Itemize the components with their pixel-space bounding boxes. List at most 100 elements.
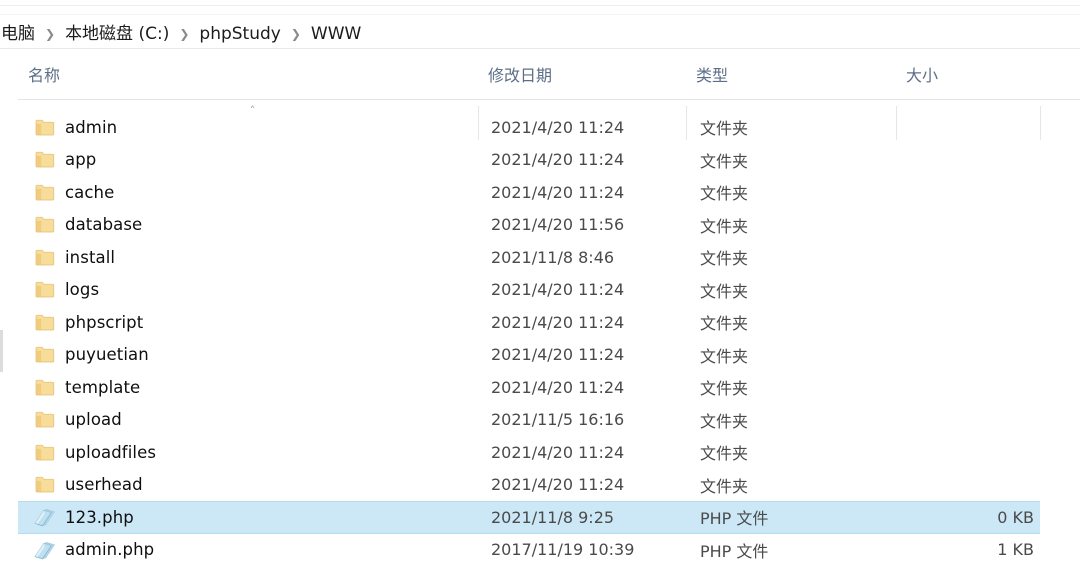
file-name-cell[interactable]: logs (18, 279, 478, 301)
folder-icon (33, 311, 57, 333)
file-type-cell: 文件夹 (700, 346, 749, 366)
file-date-modified-cell: 2021/4/20 11:24 (491, 442, 625, 462)
file-name-label: app (65, 150, 97, 170)
file-name-label: 123.php (65, 507, 134, 527)
folder-icon (33, 116, 57, 138)
file-list-row[interactable]: admin 2021/4/20 11:24 文件夹 (18, 111, 1040, 144)
file-size-cell: 1 KB (997, 540, 1034, 560)
file-type-cell: 文件夹 (700, 314, 749, 334)
breadcrumb[interactable]: 电脑 ❯ 本地磁盘 (C:) ❯ phpStudy ❯ WWW (0, 20, 1080, 48)
file-list-row[interactable]: uploadfiles 2021/4/20 11:24 文件夹 (18, 436, 1040, 469)
window-top-divider-secondary (0, 14, 1080, 15)
column-header-type[interactable]: 类型 (686, 49, 896, 99)
file-list-row[interactable]: puyuetian 2021/4/20 11:24 文件夹 (18, 339, 1040, 372)
file-type-cell: PHP 文件 (700, 509, 769, 529)
file-name-label: phpscript (65, 312, 144, 332)
file-list-row[interactable]: app 2021/4/20 11:24 文件夹 (18, 144, 1040, 177)
folder-icon (33, 441, 57, 463)
file-name-label: upload (65, 410, 122, 430)
file-name-cell[interactable]: uploadfiles (18, 441, 478, 463)
php-file-icon (33, 539, 57, 561)
file-name-label: uploadfiles (65, 442, 157, 462)
file-list[interactable]: admin 2021/4/20 11:24 文件夹 app 2021/4/20 11:2… (0, 111, 1080, 569)
file-list-row[interactable]: database 2021/4/20 11:56 文件夹 (18, 209, 1040, 242)
file-date-modified-cell: 2021/4/20 11:24 (491, 312, 625, 332)
file-list-row[interactable]: phpscript 2021/4/20 11:24 文件夹 (18, 306, 1040, 339)
file-name-cell[interactable]: puyuetian (18, 344, 478, 366)
file-name-cell[interactable]: admin (18, 116, 478, 138)
file-name-label: cache (65, 182, 115, 202)
file-name-cell[interactable]: install (18, 246, 478, 268)
breadcrumb-separator-icon: ❯ (45, 27, 56, 41)
folder-icon (33, 376, 57, 398)
file-name-cell[interactable]: app (18, 149, 478, 171)
breadcrumb-item-phpstudy[interactable]: phpStudy (196, 22, 283, 46)
file-list-row[interactable]: cache 2021/4/20 11:24 文件夹 (18, 176, 1040, 209)
file-type-cell: PHP 文件 (700, 541, 769, 561)
file-list-row[interactable]: upload 2021/11/5 16:16 文件夹 (18, 404, 1040, 437)
file-name-cell[interactable]: upload (18, 409, 478, 431)
folder-icon (33, 149, 57, 171)
file-name-cell[interactable]: database (18, 214, 478, 236)
file-explorer-window: 电脑 ❯ 本地磁盘 (C:) ❯ phpStudy ❯ WWW 名称 ˄ 修改日… (0, 0, 1080, 569)
column-header-type-label: 类型 (696, 66, 729, 85)
file-name-cell[interactable]: template (18, 376, 478, 398)
file-name-label: puyuetian (65, 345, 149, 365)
breadcrumb-item-local-disk-c[interactable]: 本地磁盘 (C:) (62, 22, 172, 46)
file-name-label: admin (65, 117, 118, 137)
file-date-modified-cell: 2021/4/20 11:24 (491, 475, 625, 495)
file-list-row[interactable]: userhead 2021/4/20 11:24 文件夹 (18, 469, 1040, 502)
php-file-icon (33, 506, 57, 528)
file-date-modified-cell: 2021/4/20 11:24 (491, 117, 625, 137)
file-date-modified-cell: 2021/4/20 11:24 (491, 377, 625, 397)
file-type-cell: 文件夹 (700, 184, 749, 204)
file-type-cell: 文件夹 (700, 444, 749, 464)
folder-icon (33, 474, 57, 496)
file-size-cell: 0 KB (997, 507, 1034, 527)
file-date-modified-cell: 2021/11/5 16:16 (491, 410, 625, 430)
file-date-modified-cell: 2021/4/20 11:24 (491, 182, 625, 202)
column-header-date-modified[interactable]: 修改日期 (478, 49, 686, 99)
file-type-cell: 文件夹 (700, 281, 749, 301)
folder-icon (33, 344, 57, 366)
folder-icon (33, 279, 57, 301)
file-list-row[interactable]: template 2021/4/20 11:24 文件夹 (18, 371, 1040, 404)
file-date-modified-cell: 2021/4/20 11:56 (491, 215, 625, 235)
file-list-row[interactable]: admin.php 2017/11/19 10:39 PHP 文件 1 KB (18, 534, 1040, 567)
file-date-modified-cell: 2021/11/8 8:46 (491, 247, 615, 267)
file-name-label: database (65, 215, 143, 235)
file-date-modified-cell: 2017/11/19 10:39 (491, 540, 635, 560)
file-name-label: userhead (65, 475, 143, 495)
file-name-cell[interactable]: 123.php (18, 506, 478, 528)
file-type-cell: 文件夹 (700, 119, 749, 139)
column-header-size[interactable]: 大小 (896, 49, 1040, 99)
column-header-date-modified-label: 修改日期 (488, 66, 553, 85)
file-name-cell[interactable]: admin.php (18, 539, 478, 561)
file-name-cell[interactable]: cache (18, 181, 478, 203)
file-name-cell[interactable]: userhead (18, 474, 478, 496)
breadcrumb-separator-icon: ❯ (290, 27, 301, 41)
file-type-cell: 文件夹 (700, 249, 749, 269)
file-type-cell: 文件夹 (700, 476, 749, 496)
file-type-cell: 文件夹 (700, 216, 749, 236)
file-date-modified-cell: 2021/4/20 11:24 (491, 280, 625, 300)
breadcrumb-separator-icon: ❯ (179, 27, 190, 41)
folder-icon (33, 214, 57, 236)
file-date-modified-cell: 2021/4/20 11:24 (491, 345, 625, 365)
file-list-row[interactable]: logs 2021/4/20 11:24 文件夹 (18, 274, 1040, 307)
file-date-modified-cell: 2021/4/20 11:24 (491, 150, 625, 170)
breadcrumb-item-computer[interactable]: 电脑 (0, 22, 38, 46)
breadcrumb-item-www[interactable]: WWW (308, 22, 364, 46)
file-name-cell[interactable]: phpscript (18, 311, 478, 333)
file-name-label: logs (65, 280, 100, 300)
file-list-row[interactable]: 123.php 2021/11/8 9:25 PHP 文件 0 KB (18, 501, 1040, 534)
column-header-row: 名称 ˄ 修改日期 类型 大小 (0, 49, 1080, 140)
folder-icon (33, 246, 57, 268)
folder-icon (33, 181, 57, 203)
column-header-name-label: 名称 (28, 66, 61, 85)
file-type-cell: 文件夹 (700, 411, 749, 431)
file-list-row[interactable]: install 2021/11/8 8:46 文件夹 (18, 241, 1040, 274)
file-name-label: template (65, 377, 141, 397)
file-type-cell: 文件夹 (700, 379, 749, 399)
column-header-name[interactable]: 名称 (18, 49, 478, 99)
